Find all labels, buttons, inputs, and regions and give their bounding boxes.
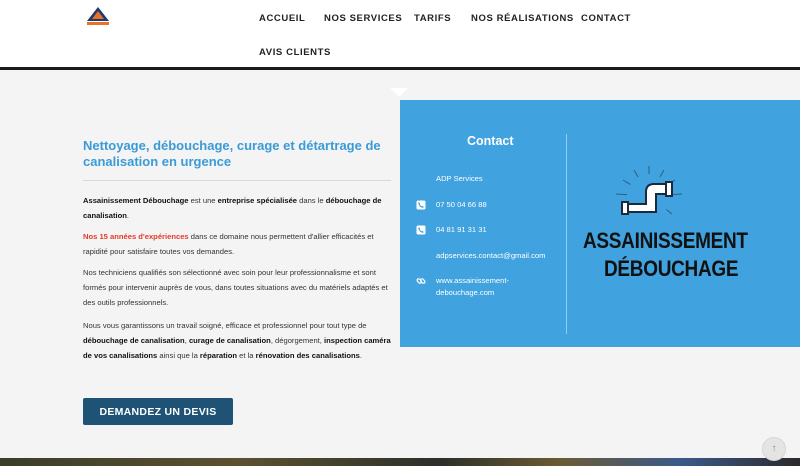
contact-email[interactable]: adpservices.contact@gmail.com	[436, 250, 545, 262]
section-headline: Nettoyage, débouchage, curage et détartr…	[83, 138, 381, 169]
text-fragment-bold: rénovation des canalisations	[255, 351, 360, 360]
nav-contact[interactable]: CONTACT	[581, 13, 631, 24]
text-fragment: et la	[237, 351, 256, 360]
arrow-up-icon: ↑	[771, 443, 777, 454]
text-fragment: .	[359, 351, 363, 360]
text-fragment: .	[126, 211, 130, 220]
headline-divider	[83, 180, 391, 181]
footer-image-strip	[0, 458, 800, 466]
contact-title: Contact	[467, 134, 514, 148]
link-icon	[416, 278, 426, 284]
brand-line-1: ASSAINISSEMENT	[583, 229, 748, 254]
nav-accueil[interactable]: ACCUEIL	[259, 13, 305, 24]
website-line-1: www.assainissement-	[436, 276, 510, 285]
site-header: ACCUEIL NOS SERVICES TARIFS NOS RÉALISAT…	[0, 0, 800, 70]
phone-icon	[416, 200, 426, 210]
company-name-text: Assainissement Débouchage	[83, 196, 189, 205]
experience-highlight: Nos 15 années d'expériences	[83, 232, 189, 241]
contact-company: ADP Services	[436, 174, 483, 183]
text-fragment: Nous vous garantissons un travail soigné…	[83, 321, 367, 330]
intro-paragraph-1: Assainissement Débouchage est une entrep…	[83, 193, 393, 223]
text-fragment: est une	[188, 196, 218, 205]
website-line-2: debouchage.com	[436, 288, 495, 297]
text-fragment: ainsi que la	[157, 351, 200, 360]
scroll-top-button[interactable]: ↑	[762, 437, 786, 461]
text-fragment-bold: curage de canalisation	[188, 336, 271, 345]
text-fragment-bold: débouchage de canalisation	[83, 336, 185, 345]
contact-website[interactable]: www.assainissement-debouchage.com	[436, 275, 509, 299]
header-notch	[390, 88, 408, 97]
nav-nos-realisations[interactable]: NOS RÉALISATIONS	[471, 13, 574, 24]
text-fragment: , dégorgement,	[270, 336, 325, 345]
contact-divider	[566, 134, 567, 334]
intro-paragraph-2: Nos 15 années d'expériences dans ce doma…	[83, 229, 393, 259]
text-fragment-bold: réparation	[199, 351, 238, 360]
nav-tarifs[interactable]: TARIFS	[414, 13, 451, 24]
nav-avis-clients[interactable]: AVIS CLIENTS	[259, 47, 331, 58]
pipe-logo-icon	[615, 166, 683, 218]
intro-paragraph-3: Nos techniciens qualifiés son sélectionn…	[83, 268, 388, 307]
contact-phone-2[interactable]: 04 81 91 31 31	[436, 224, 487, 236]
site-logo[interactable]	[84, 6, 112, 28]
phone-icon	[416, 225, 426, 235]
request-quote-button[interactable]: DEMANDEZ UN DEVIS	[83, 398, 233, 425]
text-fragment: dans le	[297, 196, 326, 205]
contact-phone-1[interactable]: 07 50 04 66 88	[436, 199, 487, 211]
text-fragment-bold: entreprise spécialisée	[217, 196, 298, 205]
brand-line-2: DÉBOUCHAGE	[604, 257, 739, 282]
nav-nos-services[interactable]: NOS SERVICES	[324, 13, 402, 24]
intro-paragraph-4: Nous vous garantissons un travail soigné…	[83, 318, 393, 363]
